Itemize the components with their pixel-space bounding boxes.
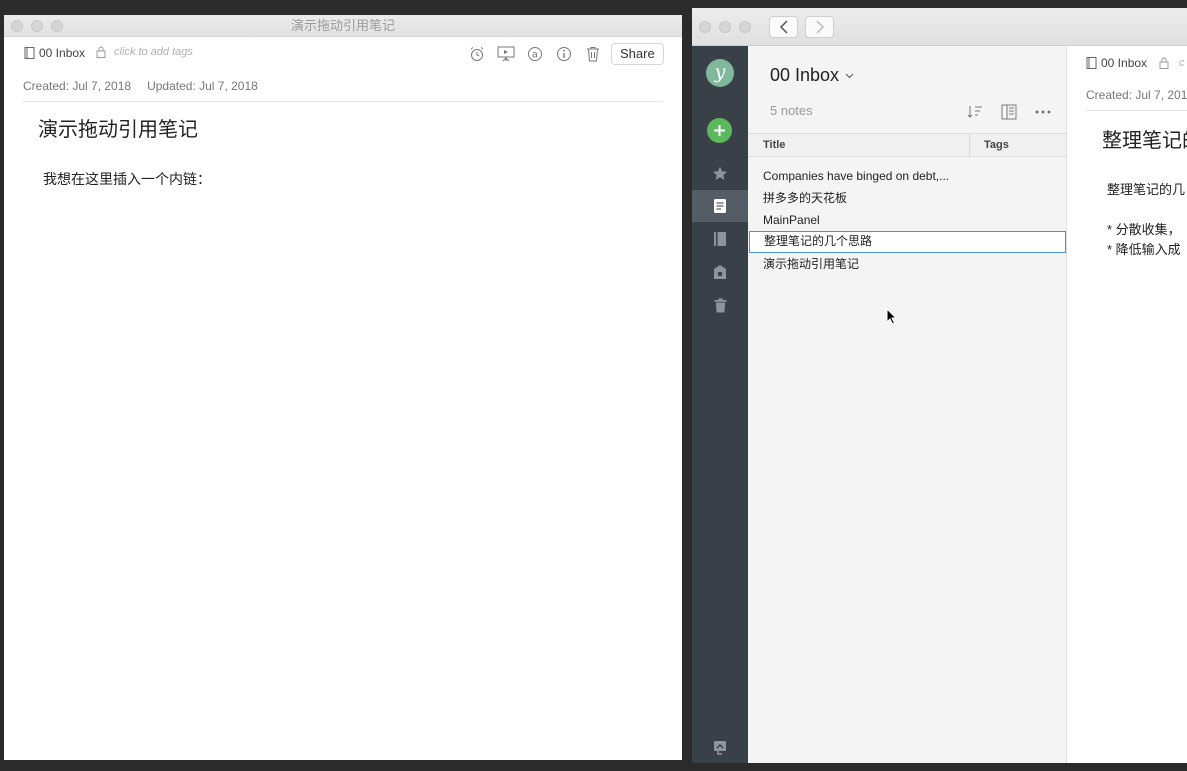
preview-notebook-name: 00 Inbox	[1101, 56, 1148, 70]
list-item-selected[interactable]: 整理笔记的几个思路	[749, 231, 1066, 253]
preview-body-line[interactable]: 整理笔记的几	[1107, 179, 1185, 198]
chevron-left-icon	[779, 20, 789, 34]
star-icon	[712, 166, 728, 181]
more-icon[interactable]	[1032, 101, 1054, 123]
preview-pane: 00 Inbox c Created: Jul 7, 2018 整理笔记的 整理…	[1067, 46, 1187, 763]
note-toolbar: 00 Inbox click to add tags a Share	[4, 37, 682, 71]
note-window-titlebar[interactable]: 演示拖动引用笔记	[4, 15, 682, 37]
list-item[interactable]: Companies have binged on debt,...	[748, 165, 970, 187]
app-logo[interactable]: y	[706, 59, 734, 87]
tags-placeholder: click to add tags	[114, 46, 193, 58]
sidebar: y	[692, 46, 748, 763]
notes-icon	[713, 198, 727, 214]
sync-icon	[713, 740, 727, 755]
sidebar-item-sync[interactable]	[692, 731, 748, 763]
alarm-icon[interactable]	[466, 43, 488, 65]
created-date: Created: Jul 7, 2018	[23, 79, 132, 93]
notes-count: 5 notes	[770, 103, 813, 118]
preview-bullet[interactable]: * 分散收集，	[1107, 219, 1181, 238]
notebook-name: 00 Inbox	[39, 46, 86, 60]
mouse-cursor	[886, 308, 897, 325]
back-button[interactable]	[769, 16, 798, 38]
divider	[1086, 110, 1187, 111]
column-divider	[969, 134, 970, 156]
lock-icon	[96, 46, 106, 58]
tags-area[interactable]: click to add tags	[96, 46, 193, 58]
sidebar-item-locked[interactable]	[692, 256, 748, 288]
notebook-selector[interactable]: 00 Inbox	[24, 46, 85, 60]
preview-bullet[interactable]: * 降低输入成	[1107, 239, 1181, 258]
forward-button[interactable]	[805, 16, 834, 38]
list-header: Title Tags	[748, 133, 1066, 157]
zoom-button[interactable]	[739, 21, 751, 33]
list-item[interactable]: MainPanel	[748, 209, 1066, 231]
preview-tags-placeholder[interactable]: c	[1179, 57, 1185, 69]
close-button[interactable]	[699, 21, 711, 33]
list-item[interactable]: 拼多多的天花板	[748, 187, 1066, 209]
trash-icon	[714, 297, 727, 313]
note-body[interactable]: 我想在这里插入一个内链：	[43, 169, 211, 189]
add-icon	[713, 124, 726, 137]
minimize-button[interactable]	[31, 20, 43, 32]
zoom-button[interactable]	[51, 20, 63, 32]
column-tags[interactable]: Tags	[984, 139, 1009, 151]
logo-letter: y	[714, 61, 726, 83]
svg-text:a: a	[532, 50, 538, 61]
locked-note-icon	[713, 264, 727, 280]
presentation-icon[interactable]	[495, 43, 517, 65]
trash-icon[interactable]	[582, 43, 604, 65]
note-window: 演示拖动引用笔记 00 Inbox click to add tags a Sh…	[4, 15, 682, 760]
close-button[interactable]	[11, 20, 23, 32]
note-actions: a Share	[466, 43, 664, 65]
chevron-right-icon	[815, 20, 825, 34]
window-controls	[699, 21, 751, 33]
notebook-icon	[24, 47, 35, 59]
preview-notebook[interactable]: 00 Inbox c	[1086, 56, 1185, 70]
notebook-icon	[1086, 57, 1097, 69]
add-note-button[interactable]	[707, 118, 732, 143]
view-mode-icon[interactable]	[998, 101, 1020, 123]
list-toolbar	[964, 101, 1054, 123]
notes-list-panel: 00 Inbox 5 notes Title Tags Companies ha…	[748, 46, 1066, 763]
preview-title[interactable]: 整理笔记的	[1102, 124, 1187, 153]
updated-date: Updated: Jul 7, 2018	[147, 79, 258, 93]
main-window: y 00 Inbox 5 notes Title Tags Companies …	[692, 8, 1187, 763]
note-meta: Created: Jul 7, 2018 Updated: Jul 7, 201…	[23, 79, 258, 93]
notebook-title: 00 Inbox	[770, 65, 840, 85]
preview-created: Created: Jul 7, 2018	[1086, 88, 1187, 102]
share-button[interactable]: Share	[611, 43, 664, 65]
notebook-icon	[713, 231, 727, 247]
sort-icon[interactable]	[964, 101, 986, 123]
mention-icon[interactable]: a	[524, 43, 546, 65]
column-title[interactable]: Title	[763, 139, 785, 151]
chevron-down-icon	[845, 73, 854, 79]
main-titlebar[interactable]	[692, 8, 1187, 46]
info-icon[interactable]	[553, 43, 575, 65]
sidebar-item-favorites[interactable]	[692, 157, 748, 189]
divider	[23, 101, 663, 102]
window-title: 演示拖动引用笔记	[290, 18, 395, 33]
minimize-button[interactable]	[719, 21, 731, 33]
sidebar-item-notebooks[interactable]	[692, 223, 748, 255]
lock-icon	[1159, 57, 1169, 69]
sidebar-item-notes[interactable]	[692, 190, 748, 222]
sidebar-item-trash[interactable]	[692, 289, 748, 321]
list-item[interactable]: 演示拖动引用笔记	[748, 253, 1066, 275]
window-controls	[11, 20, 63, 32]
notebook-header[interactable]: 00 Inbox	[770, 65, 854, 86]
note-title[interactable]: 演示拖动引用笔记	[38, 113, 198, 142]
